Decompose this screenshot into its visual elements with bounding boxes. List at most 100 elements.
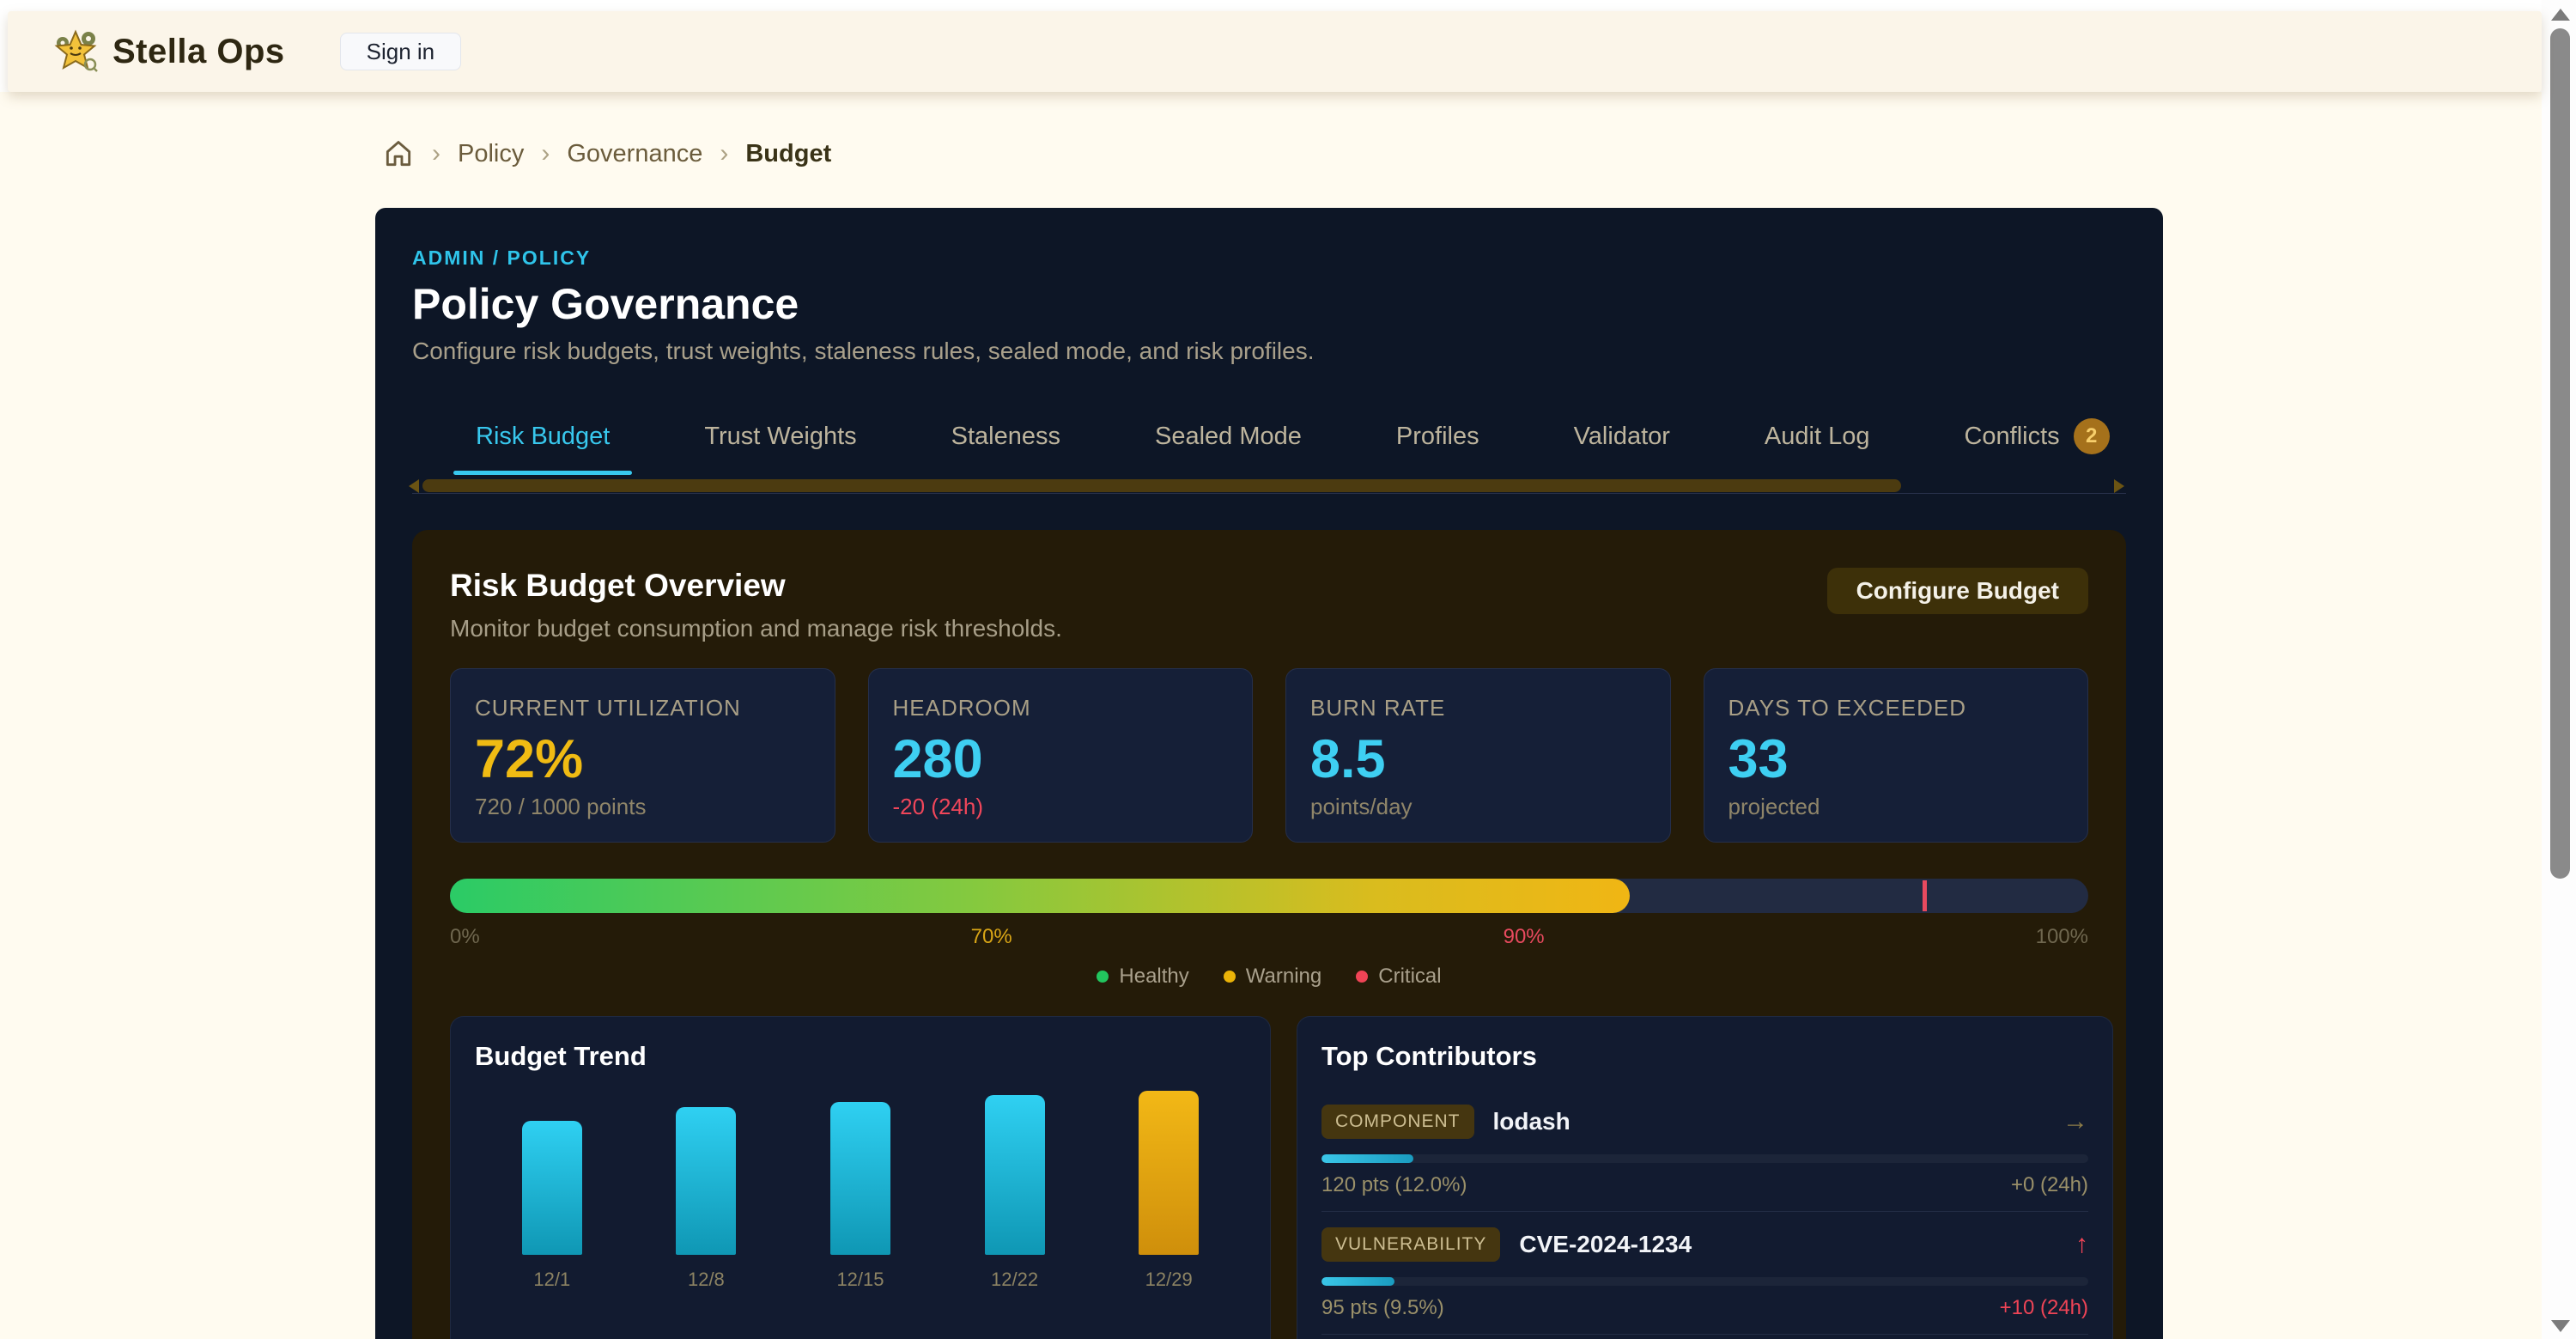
tab-trust-weights[interactable]: Trust Weights: [682, 398, 878, 475]
stat-value: 8.5: [1310, 730, 1646, 788]
gauge-critical-marker: [1923, 880, 1927, 911]
stat-label: HEADROOM: [893, 695, 1229, 721]
breadcrumb-policy[interactable]: Policy: [458, 140, 524, 168]
tab-conflicts[interactable]: Conflicts2: [1941, 398, 2131, 475]
top-contributors-title: Top Contributors: [1321, 1041, 2088, 1072]
stat-label: CURRENT UTILIZATION: [475, 695, 811, 721]
budget-trend-chart: 12/1 12/8 12/15 12/22 12/29: [475, 1087, 1246, 1291]
contributor-delta-24h: +0 (24h): [2011, 1173, 2088, 1197]
legend-label: Warning: [1246, 965, 1321, 989]
overview-title: Risk Budget Overview: [450, 568, 1062, 604]
configure-budget-button[interactable]: Configure Budget: [1827, 568, 2088, 614]
tab-label: Profiles: [1396, 423, 1479, 451]
contributor-name: CVE-2024-1234: [1519, 1231, 1692, 1258]
budget-trend-title: Budget Trend: [475, 1041, 1246, 1072]
contributor-progress-fill: [1321, 1277, 1394, 1286]
breadcrumb-separator: ›: [432, 139, 440, 168]
breadcrumb-separator: ›: [541, 139, 550, 168]
stat-subtext: projected: [1728, 794, 2064, 820]
legend-label: Healthy: [1119, 965, 1188, 989]
gauge-legend: Healthy Warning Critical: [450, 965, 2088, 989]
overview-subtitle: Monitor budget consumption and manage ri…: [450, 615, 1062, 642]
tab-label: Sealed Mode: [1155, 423, 1302, 451]
tab-label: Risk Budget: [476, 423, 610, 451]
stat-card-days-to-exceeded: DAYS TO EXCEEDED 33 projected: [1704, 668, 2089, 843]
stat-value: 280: [893, 730, 1229, 788]
stat-value: 72%: [475, 730, 811, 788]
tabs-horizontal-scrollbar: [412, 478, 2126, 494]
page-subtitle: Configure risk budgets, trust weights, s…: [412, 338, 2126, 365]
stat-value: 33: [1728, 730, 2064, 788]
legend-item-warning: Warning: [1224, 965, 1321, 989]
tab-bar: Risk Budget Trust Weights Staleness Sealed …: [412, 398, 2126, 475]
tab-label: Audit Log: [1765, 423, 1870, 451]
stat-card-current-utilization: CURRENT UTILIZATION 72% 720 / 1000 points: [450, 668, 835, 843]
tab-profiles[interactable]: Profiles: [1374, 398, 1502, 475]
scroll-down-arrow-icon[interactable]: [2551, 1320, 2570, 1332]
chart-x-tick-label: 12/8: [688, 1269, 725, 1291]
chart-bar-slot: 12/8: [633, 1107, 780, 1291]
stat-card-burn-rate: BURN RATE 8.5 points/day: [1285, 668, 1671, 843]
tab-sealed-mode[interactable]: Sealed Mode: [1133, 398, 1324, 475]
tab-label: Trust Weights: [704, 423, 856, 451]
stat-subtext: points/day: [1310, 794, 1646, 820]
chart-bar-12-1: [522, 1121, 582, 1255]
chart-x-tick-label: 12/1: [533, 1269, 570, 1291]
chart-bar-slot: 12/29: [1096, 1091, 1242, 1291]
chart-x-tick-label: 12/22: [991, 1269, 1038, 1291]
gauge-threshold-label: 100%: [2036, 925, 2088, 949]
risk-budget-overview-card: Risk Budget Overview Monitor budget cons…: [412, 530, 2126, 1339]
gauge-fill: [450, 879, 1630, 913]
tab-audit-log[interactable]: Audit Log: [1742, 398, 1893, 475]
scroll-right-arrow-icon[interactable]: [2114, 479, 2124, 493]
gauge-threshold-label: 70%: [971, 925, 1012, 949]
window-vertical-scrollbar: [2542, 0, 2576, 1339]
stat-subtext: 720 / 1000 points: [475, 794, 811, 820]
chart-x-tick-label: 12/15: [836, 1269, 884, 1291]
chart-bar-12-8: [676, 1107, 736, 1255]
stella-ops-logo-icon: [52, 28, 99, 75]
vertical-scrollbar-thumb[interactable]: [2550, 28, 2570, 879]
legend-item-healthy: Healthy: [1097, 965, 1188, 989]
contributor-progress-bar: [1321, 1154, 2088, 1163]
horizontal-scrollbar-thumb[interactable]: [422, 479, 1901, 492]
open-arrow-icon[interactable]: →: [2063, 1107, 2088, 1136]
stat-label: DAYS TO EXCEEDED: [1728, 695, 2064, 721]
contributors-list: COMPONENTlodash→120 pts (12.0%)+0 (24h)V…: [1321, 1103, 2088, 1339]
contributor-progress-fill: [1321, 1154, 1413, 1163]
contributor-name: lodash: [1493, 1108, 1571, 1135]
breadcrumb: › Policy › Governance › Budget: [382, 137, 831, 170]
contributor-row: VULNERABILITY CVE-2024-1234 ↑ 95 pts (9.5%)…: [1321, 1226, 2088, 1335]
stats-grid: CURRENT UTILIZATION 72% 720 / 1000 points H…: [450, 668, 2088, 843]
topbar: Stella Ops Sign in: [8, 11, 2542, 92]
utilization-gauge: [450, 879, 2088, 913]
gauge-threshold-label: 90%: [1504, 925, 1545, 949]
contributor-type-badge: VULNERABILITY: [1321, 1227, 1500, 1262]
legend-item-critical: Critical: [1356, 965, 1441, 989]
sign-in-button[interactable]: Sign in: [340, 33, 462, 70]
section-eyebrow: ADMIN / POLICY: [412, 246, 2126, 270]
app-window: Stella Ops Sign in › Policy › Governance…: [0, 0, 2576, 1339]
tab-risk-budget[interactable]: Risk Budget: [453, 398, 632, 475]
budget-trend-card: Budget Trend 12/1 12/8 12/15 12/22 12/29: [450, 1016, 1271, 1339]
chart-bar-slot: 12/1: [478, 1121, 625, 1291]
scroll-up-arrow-icon[interactable]: [2551, 9, 2570, 21]
gauge-threshold-labels: 0%70%90%100%: [450, 925, 2088, 949]
top-contributors-card: Top Contributors COMPONENTlodash→120 pts…: [1297, 1016, 2113, 1339]
tab-label: Validator: [1574, 423, 1670, 451]
stat-label: BURN RATE: [1310, 695, 1646, 721]
legend-dot-icon: [1097, 971, 1109, 983]
scroll-left-arrow-icon[interactable]: [409, 479, 419, 493]
breadcrumb-governance[interactable]: Governance: [567, 140, 702, 168]
tab-staleness[interactable]: Staleness: [929, 398, 1083, 475]
stat-subtext: -20 (24h): [893, 794, 1229, 820]
page-title: Policy Governance: [412, 280, 2126, 328]
home-icon[interactable]: [382, 137, 415, 170]
trend-up-arrow-icon[interactable]: ↑: [2075, 1230, 2088, 1259]
chart-bar-slot: 12/22: [941, 1095, 1088, 1291]
legend-label: Critical: [1378, 965, 1441, 989]
tab-validator[interactable]: Validator: [1552, 398, 1692, 475]
stat-card-headroom: HEADROOM 280 -20 (24h): [868, 668, 1254, 843]
chart-bar-12-22: [985, 1095, 1045, 1255]
contributor-points: 95 pts (9.5%): [1321, 1296, 1444, 1320]
